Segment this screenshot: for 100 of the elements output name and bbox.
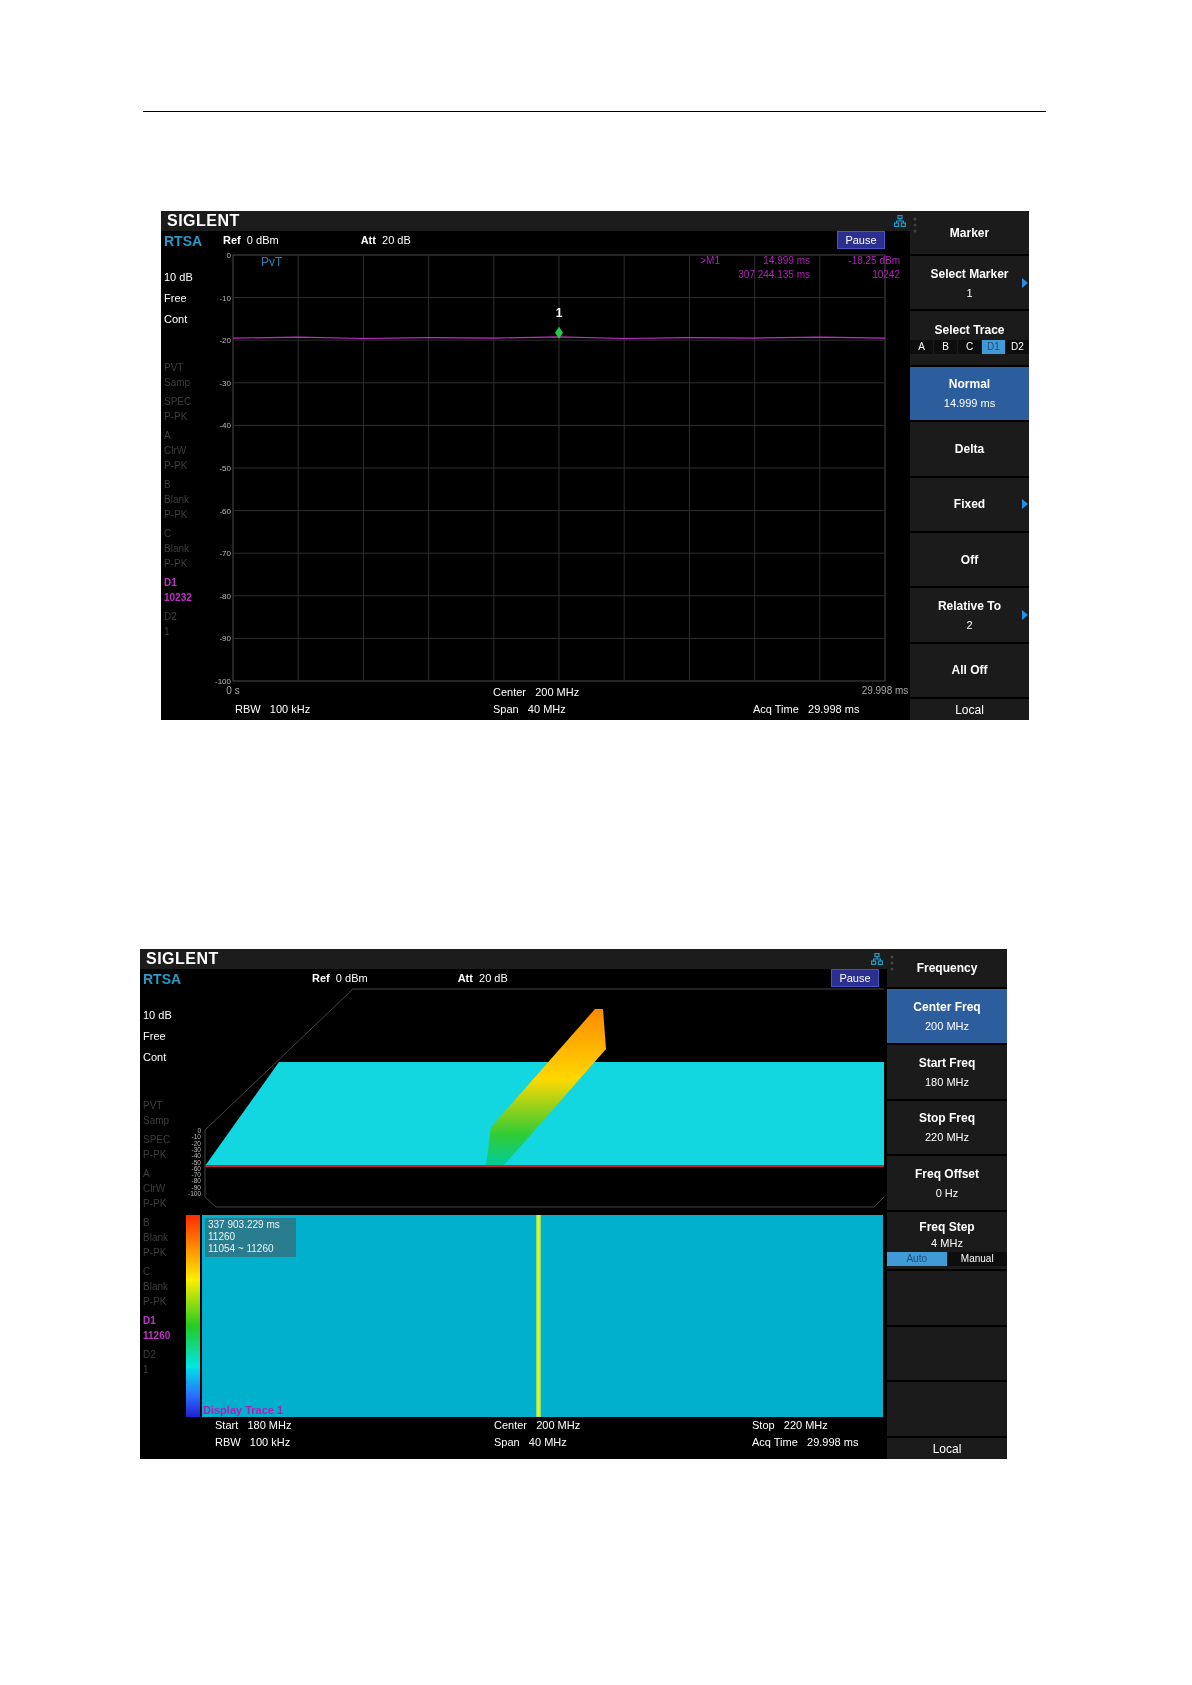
plot-mode-label: PvT — [261, 255, 283, 269]
info-line: 11054 ~ 11260 — [208, 1243, 275, 1255]
grip-icon — [890, 955, 894, 971]
setting-label: Cont — [143, 1050, 168, 1065]
axis-tick-label: -100 — [215, 677, 231, 686]
marker-readout: 307 244.135 ms — [737, 269, 810, 280]
menu-button[interactable]: Center Freq 200 MHz — [887, 989, 1007, 1043]
footer-reading: Center 200 MHz — [493, 685, 581, 700]
setting-label: 10 dB — [164, 270, 194, 285]
axis-tick-label: -20 — [219, 336, 231, 346]
menu-button[interactable]: Relative To 2 — [910, 588, 1029, 642]
info-line: 11260 — [208, 1231, 237, 1243]
axis-tick-label: -30 — [219, 378, 231, 388]
trace-name: PVT — [143, 1099, 164, 1113]
footer-reading: Center 200 MHz — [494, 1418, 582, 1433]
footer-reading: Span 40 MHz — [494, 1435, 568, 1450]
brand-logo: SIGLENT — [146, 950, 219, 968]
axis-tick-label: -80 — [219, 591, 231, 601]
option-tab[interactable]: Manual — [947, 1251, 1007, 1266]
trace-name: D2 — [164, 610, 178, 624]
menu-button[interactable]: Fixed — [910, 477, 1029, 531]
trace-detail: P-PK — [143, 1197, 168, 1211]
attenuation: Att 20 dB — [360, 234, 411, 246]
local-label: Local — [910, 699, 1029, 720]
trace-name: D1 — [164, 576, 178, 590]
axis-tick-label: -10 — [219, 293, 231, 303]
trace-name: PVT — [164, 361, 185, 375]
axis-tick-label: -60 — [219, 506, 231, 516]
menu-button[interactable]: Stop Freq 220 MHz — [887, 1100, 1007, 1155]
axis-tick-label: -90 — [219, 634, 231, 644]
menu-item-label: Select Trace — [934, 322, 1005, 337]
menu-button[interactable]: All Off — [910, 643, 1029, 697]
local-label: Local — [887, 1438, 1007, 1459]
footer-reading: Start 180 MHz — [215, 1418, 293, 1433]
trace-detail: P-PK — [143, 1148, 168, 1162]
marker-readout: 10242 — [871, 269, 900, 280]
setting-label: Cont — [164, 312, 189, 327]
menu-button[interactable]: Delta — [910, 422, 1029, 476]
marker-readout: -18.25 dBm — [847, 255, 900, 266]
trace-name: B — [164, 478, 172, 492]
trace-name: D1 — [143, 1314, 157, 1328]
menu-button[interactable]: Off — [910, 532, 1029, 587]
brand-logo: SIGLENT — [167, 212, 240, 230]
trace-detail: P-PK — [164, 459, 189, 473]
trace-name: SPEC — [143, 1133, 172, 1147]
trace-detail: 10232 — [164, 591, 193, 605]
menu-title: Marker — [949, 225, 990, 240]
network-icon — [871, 953, 883, 965]
reference-level: Ref 0 dBm — [312, 972, 368, 984]
footer-reading: Acq Time 29.998 ms — [753, 702, 861, 717]
trace-name: A — [164, 429, 172, 443]
option-tab[interactable]: B — [934, 339, 957, 354]
axis-tick-label: 0 — [226, 251, 231, 260]
menu-button[interactable]: Freq Offset 0 Hz — [887, 1156, 1007, 1210]
trace-detail: Blank — [143, 1231, 169, 1245]
trace-detail: Samp — [143, 1114, 171, 1128]
trace-detail: Samp — [164, 376, 192, 390]
trace-detail: P-PK — [164, 557, 189, 571]
pause-button[interactable]: Pause — [837, 231, 885, 249]
footer-reading: Stop 220 MHz — [752, 1418, 829, 1433]
setting-label: Free — [164, 291, 188, 306]
menu-button[interactable]: Select Marker 1 — [910, 256, 1029, 310]
trace-detail: P-PK — [143, 1246, 168, 1260]
footer-reading: Acq Time 29.998 ms — [752, 1435, 860, 1450]
marker-readout: 14.999 ms — [762, 255, 810, 266]
marker-diamond-icon — [555, 326, 563, 339]
trace-name: B — [143, 1216, 151, 1230]
trace-detail: ClrW — [164, 444, 188, 458]
menu-item-value: 4 MHz — [931, 1236, 963, 1249]
option-tab[interactable]: A — [910, 339, 933, 354]
option-tab[interactable]: D2 — [1006, 339, 1029, 354]
trace-name: A — [143, 1167, 151, 1181]
attenuation: Att 20 dB — [457, 972, 508, 984]
trace-name: C — [143, 1265, 152, 1279]
trace-detail: Blank — [164, 493, 190, 507]
footer-reading: RBW 100 kHz — [235, 702, 312, 717]
setting-label: Free — [143, 1029, 167, 1044]
axis-tick-label: -70 — [219, 549, 231, 559]
pause-button[interactable]: Pause — [831, 969, 879, 987]
trace-detail: P-PK — [164, 508, 189, 522]
trace-name: SPEC — [164, 395, 193, 409]
trace-detail: P-PK — [164, 410, 189, 424]
grip-icon — [913, 217, 917, 233]
mode-label: RTSA — [143, 971, 183, 987]
menu-button[interactable]: Start Freq 180 MHz — [887, 1044, 1007, 1099]
marker-number: 1 — [555, 305, 563, 320]
axis-tick-label: 0 s — [226, 685, 240, 696]
trace-detail: 11260 — [143, 1329, 172, 1343]
trace-detail: Blank — [164, 542, 190, 556]
trace-caption: Display Trace 1 — [203, 1404, 284, 1416]
trace-detail: ClrW — [143, 1182, 167, 1196]
footer-reading: Span 40 MHz — [493, 702, 567, 717]
network-icon — [894, 215, 906, 227]
axis-tick-label: -50 — [219, 464, 231, 473]
option-tab[interactable]: C — [958, 339, 981, 354]
axis-tick-label: 29.998 ms — [861, 685, 909, 696]
trace-name: C — [164, 527, 173, 541]
menu-item-label: Freq Step — [919, 1219, 975, 1234]
menu-button[interactable]: Normal 14.999 ms — [910, 366, 1029, 421]
setting-label: 10 dB — [143, 1008, 173, 1023]
